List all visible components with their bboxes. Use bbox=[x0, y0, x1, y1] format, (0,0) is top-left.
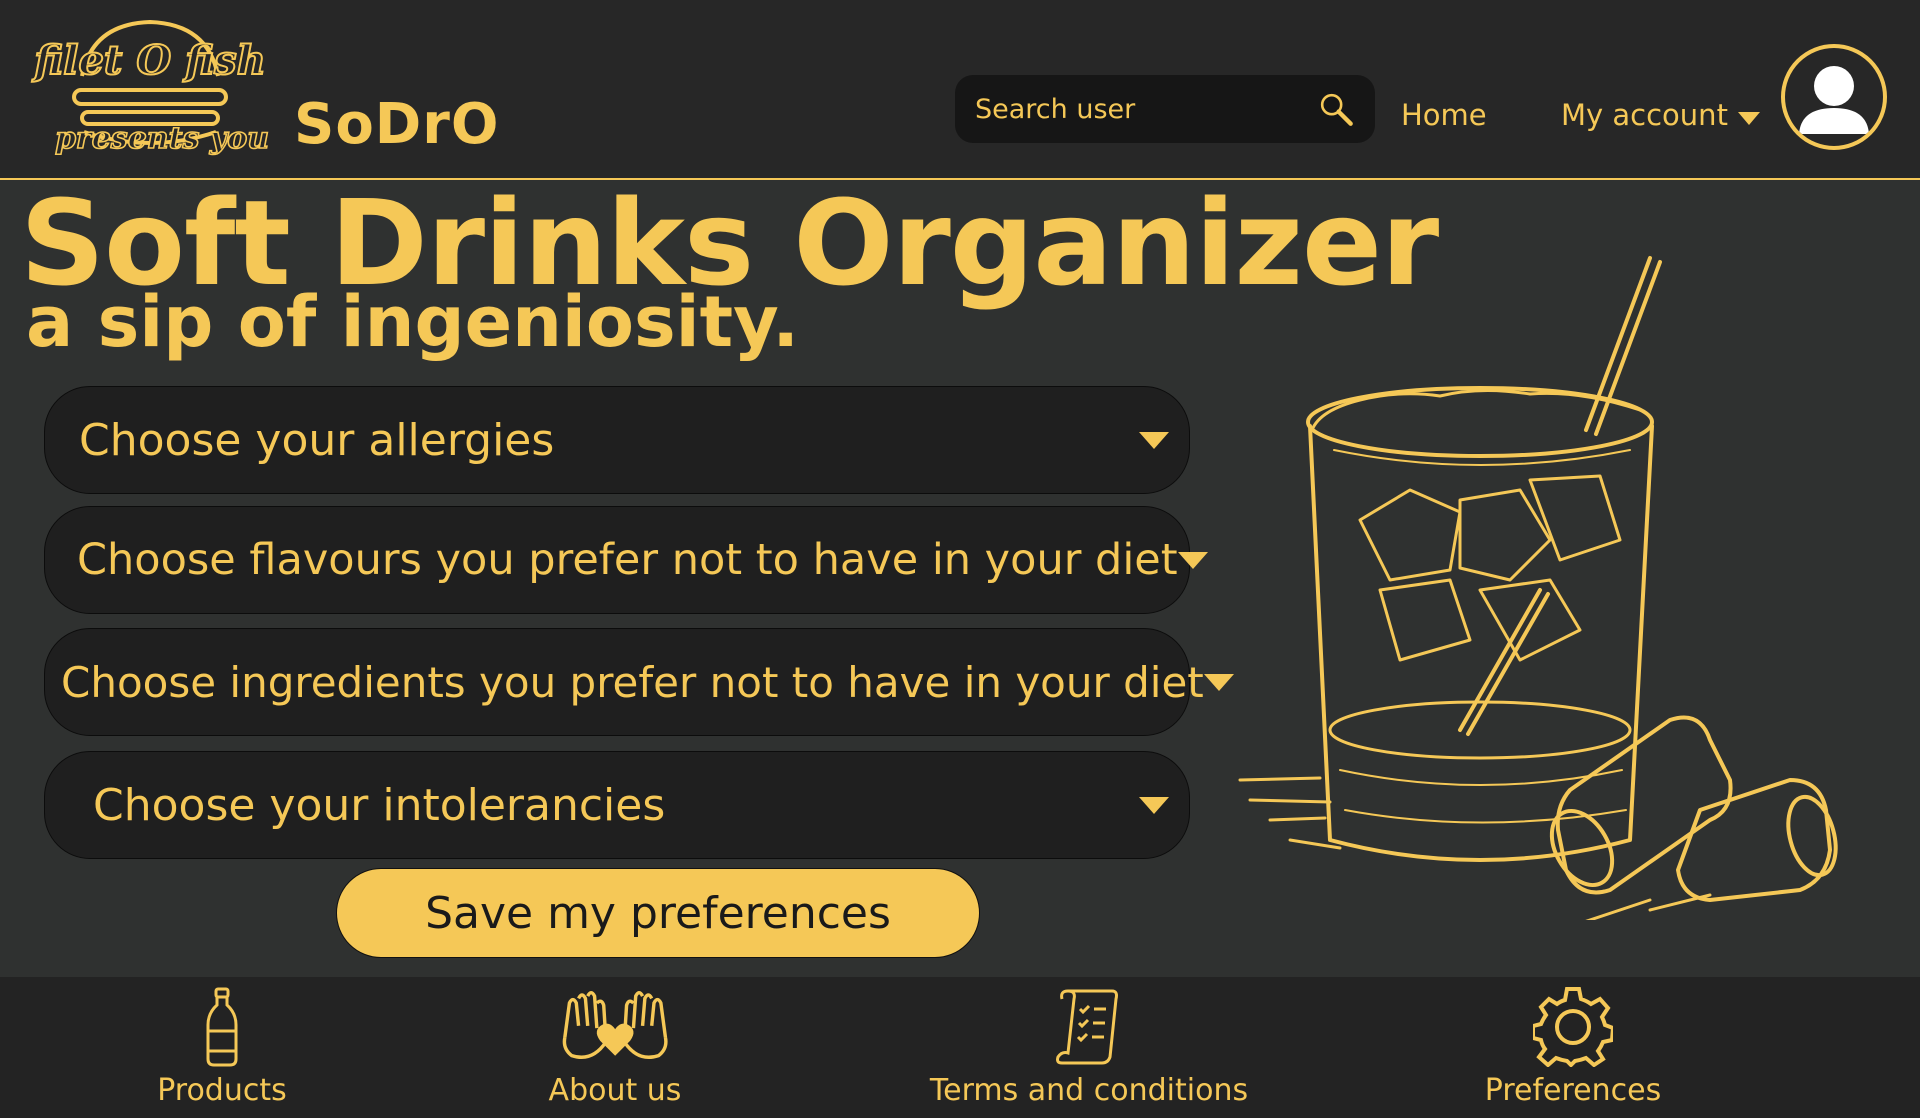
bottom-nav: Products About us Terms and conditions P… bbox=[0, 977, 1920, 1118]
nav-home-link[interactable]: Home bbox=[1401, 98, 1487, 132]
scroll-checklist-icon bbox=[1056, 989, 1118, 1065]
svg-text:presents you: presents you bbox=[55, 121, 269, 156]
flavours-select-label: Choose flavours you prefer not to have i… bbox=[77, 535, 1178, 585]
footer-label-products: Products bbox=[157, 1073, 287, 1108]
chevron-down-icon bbox=[1177, 551, 1208, 569]
search-input[interactable] bbox=[975, 93, 1317, 125]
page-subtitle: a sip of ingeniosity. bbox=[26, 281, 799, 363]
drink-glass-illustration bbox=[1238, 256, 1838, 920]
brand-name: SoDrO bbox=[294, 92, 500, 157]
bottle-icon bbox=[206, 987, 238, 1067]
allergies-select[interactable]: Choose your allergies bbox=[44, 386, 1190, 494]
svg-text:filet O fish: filet O fish bbox=[31, 37, 266, 84]
allergies-select-label: Choose your allergies bbox=[79, 414, 555, 466]
intolerancies-select[interactable]: Choose your intolerancies bbox=[44, 751, 1190, 859]
search-box bbox=[955, 75, 1375, 143]
footer-item-about-us[interactable]: About us bbox=[540, 987, 690, 1108]
chevron-down-icon bbox=[1139, 796, 1169, 814]
gear-icon bbox=[1533, 987, 1613, 1067]
footer-label-preferences: Preferences bbox=[1484, 1073, 1662, 1108]
footer-item-products[interactable]: Products bbox=[150, 987, 294, 1108]
heart-hands-icon bbox=[562, 991, 668, 1059]
footer-item-terms[interactable]: Terms and conditions bbox=[924, 987, 1254, 1108]
top-header: filet O fish presents you SoDrO Home My … bbox=[0, 0, 1920, 180]
avatar[interactable] bbox=[1781, 44, 1887, 150]
chevron-down-icon bbox=[1139, 431, 1169, 449]
search-icon[interactable] bbox=[1317, 87, 1355, 131]
footer-label-about-us: About us bbox=[548, 1073, 682, 1108]
flavours-select[interactable]: Choose flavours you prefer not to have i… bbox=[44, 506, 1208, 614]
nav-my-account-label: My account bbox=[1561, 98, 1728, 132]
filet-o-fish-logo[interactable]: filet O fish presents you bbox=[22, 14, 278, 162]
footer-label-terms: Terms and conditions bbox=[929, 1073, 1249, 1108]
save-preferences-button[interactable]: Save my preferences bbox=[336, 868, 980, 958]
footer-item-preferences[interactable]: Preferences bbox=[1478, 987, 1668, 1108]
intolerancies-select-label: Choose your intolerancies bbox=[93, 779, 666, 831]
ingredients-select[interactable]: Choose ingredients you prefer not to hav… bbox=[44, 628, 1234, 736]
chevron-down-icon bbox=[1737, 111, 1760, 125]
nav-my-account-menu[interactable]: My account bbox=[1561, 98, 1760, 132]
ingredients-select-label: Choose ingredients you prefer not to hav… bbox=[61, 657, 1204, 707]
user-icon bbox=[1799, 66, 1869, 134]
